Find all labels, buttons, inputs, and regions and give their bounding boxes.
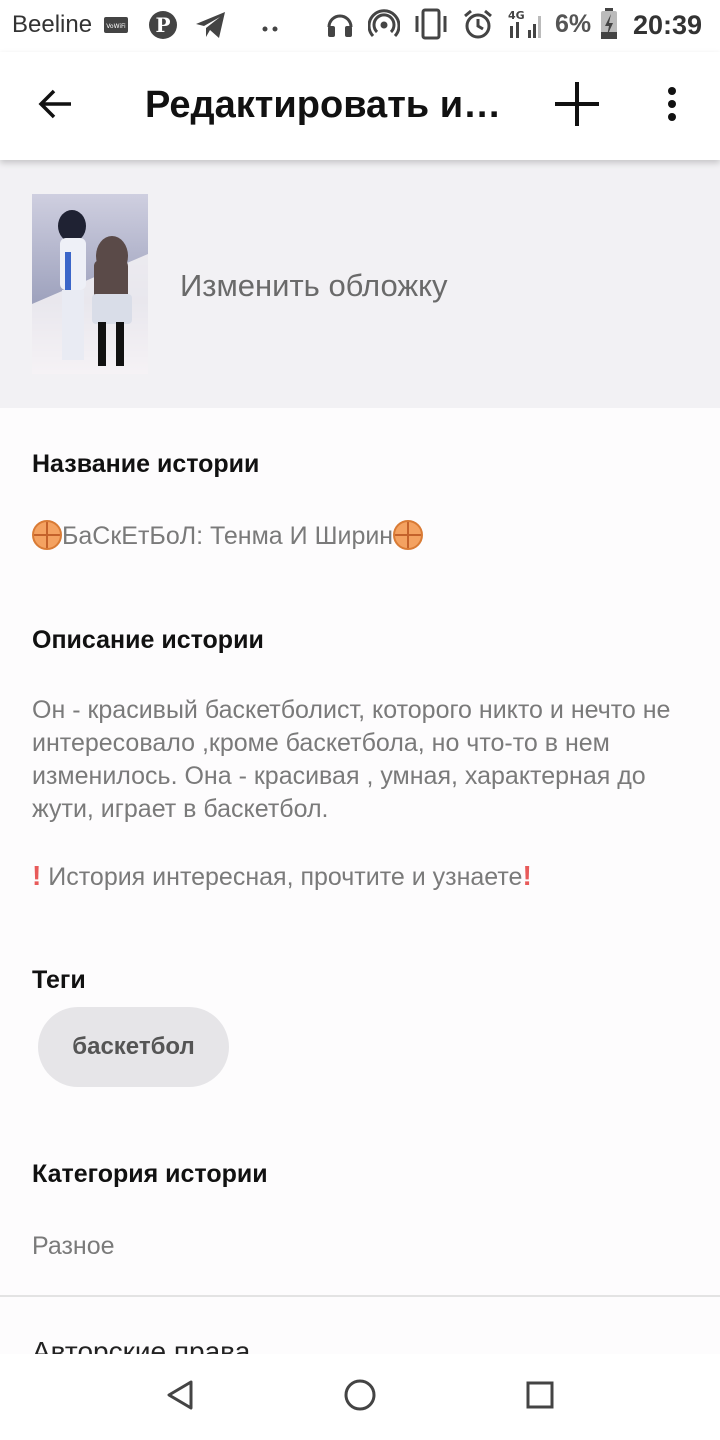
carrier-name: Beeline [12,11,93,38]
svg-text:VoWiFi: VoWiFi [106,23,126,30]
back-arrow-icon [38,86,74,127]
signal-4g-icon: 4G [506,8,544,45]
story-description-field[interactable]: Он - красивый баскетболист, которого ник… [32,694,692,894]
cover-section[interactable]: Изменить обложку [0,160,720,408]
hotspot-icon [367,9,401,46]
story-description-label: Описание истории [32,626,264,654]
divider [0,1295,720,1297]
story-title-label: Название истории [32,450,260,478]
story-title-value: БаСкЕтБоЛ: Тенма И Ширин [62,522,394,550]
alarm-icon [462,8,494,45]
back-button[interactable] [26,76,86,136]
battery-percent: 6% [555,10,592,38]
story-description-note-line: ! История интересная, прочтите и узнаете… [32,859,692,894]
svg-text:4G: 4G [508,9,525,22]
category-value[interactable]: Разное [32,1232,115,1261]
status-bar: Beeline VoWiFi P 4G 6% 20:39 [0,0,720,52]
nav-back-icon [165,1379,195,1416]
vowifi-icon: VoWiFi [104,15,128,40]
story-description-note: История интересная, прочтите и узнаете [41,863,523,891]
telegram-icon [194,10,228,45]
cover-image[interactable] [32,194,148,374]
clock: 20:39 [633,10,703,40]
exclamation-emoji-icon: ! [522,860,532,891]
tag-chip[interactable]: баскетбол [38,1007,229,1087]
app-bar: Редактировать и… [0,52,720,160]
system-nav-bar [0,1354,720,1440]
change-cover-label[interactable]: Изменить обложку [180,268,448,304]
nav-recents-icon [525,1380,555,1415]
nav-back-button[interactable] [150,1372,210,1422]
overflow-menu-button[interactable] [648,76,696,136]
story-details: Название истории БаСкЕтБоЛ: Тенма И Шири… [0,408,720,1354]
basketball-emoji-icon [393,520,424,550]
nav-home-button[interactable] [330,1372,390,1422]
copyright-label[interactable]: Авторские права [32,1336,250,1354]
story-description-value: Он - красивый баскетболист, которого ник… [32,696,671,823]
story-title-field[interactable]: БаСкЕтБоЛ: Тенма И Ширин [32,520,424,551]
headphones-icon [326,9,354,44]
more-vert-icon [667,86,677,127]
pinterest-icon: P [148,10,178,45]
basketball-emoji-icon [32,520,62,550]
page-title: Редактировать и… [145,84,502,126]
nav-recents-button[interactable] [510,1372,570,1422]
vibrate-icon [412,8,450,45]
battery-charging-icon [600,8,618,45]
exclamation-emoji-icon: ! [32,860,42,891]
add-icon [552,79,602,134]
category-label: Категория истории [32,1160,268,1188]
more-dots-icon [262,20,278,38]
svg-text:P: P [155,13,170,37]
nav-home-icon [343,1378,377,1417]
tags-label: Теги [32,966,86,994]
add-button[interactable] [545,74,609,138]
